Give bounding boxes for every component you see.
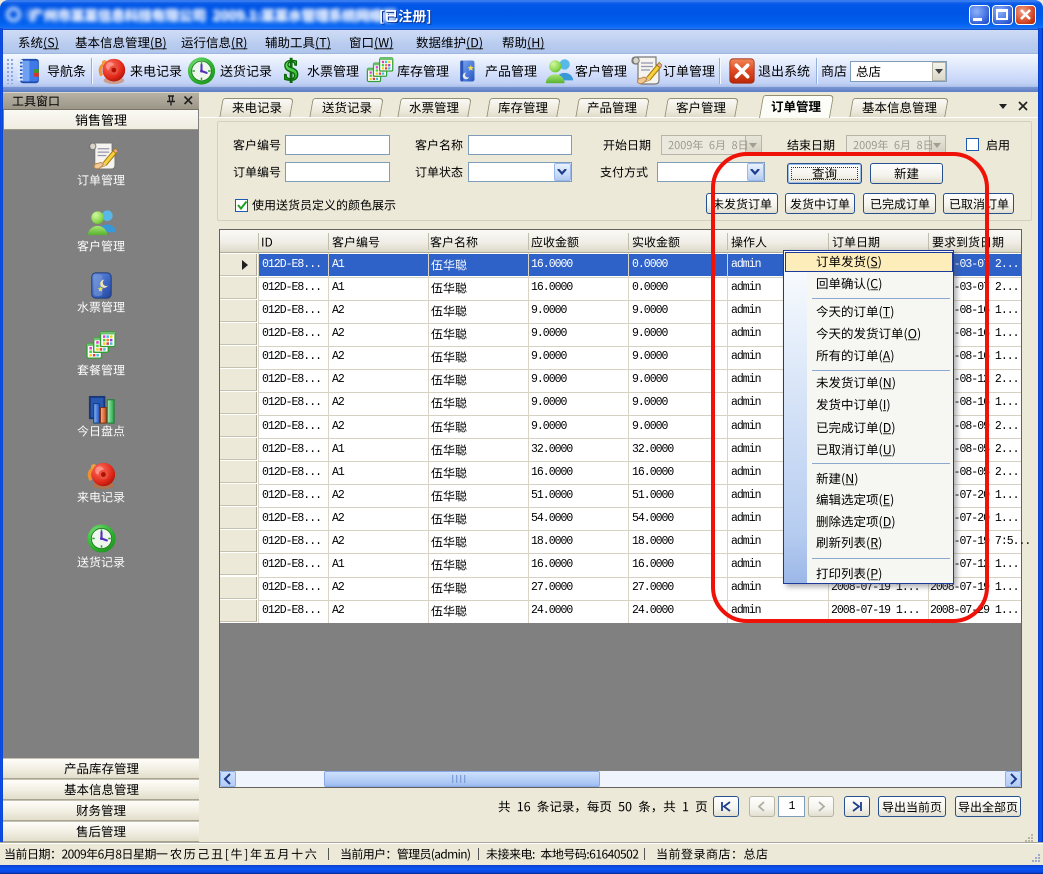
svg-text:$: $	[284, 54, 299, 87]
